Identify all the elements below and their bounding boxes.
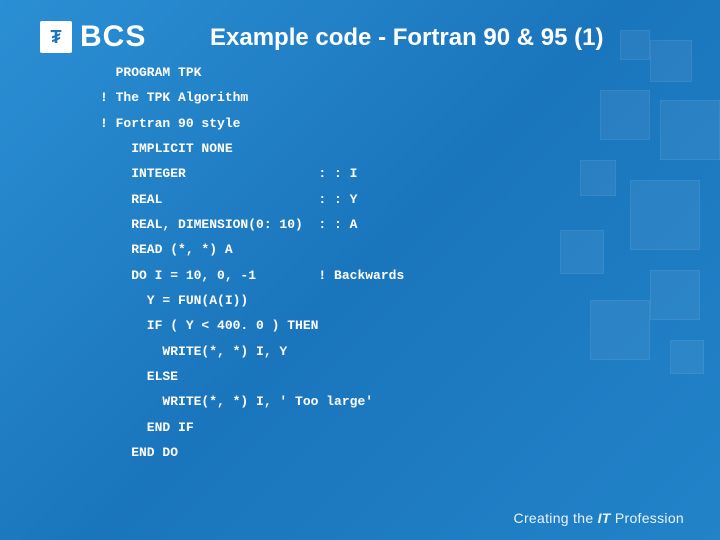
footer-post: Profession xyxy=(611,510,684,526)
footer-tagline: Creating the IT Profession xyxy=(514,510,684,526)
bcs-logo: ₮ BCS xyxy=(40,20,146,54)
code-block: PROGRAM TPK ! The TPK Algorithm ! Fortra… xyxy=(100,60,680,466)
slide-title: Example code - Fortran 90 & 95 (1) xyxy=(210,24,700,52)
footer-pre: Creating the xyxy=(514,510,598,526)
bcs-logo-text: BCS xyxy=(80,20,146,54)
bcs-logo-icon: ₮ xyxy=(40,21,72,53)
footer-emph: IT xyxy=(598,510,611,526)
